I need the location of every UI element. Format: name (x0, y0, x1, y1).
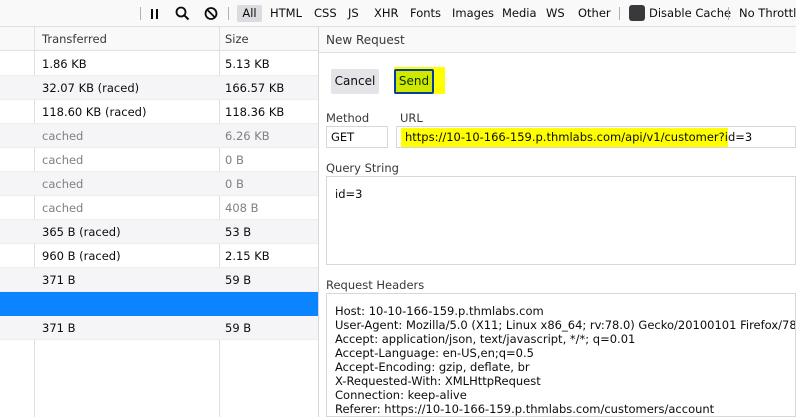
size-cell: 0 B (225, 153, 244, 167)
transferred-cell: 118.60 KB (raced) (42, 105, 147, 119)
filter-ws[interactable]: WS (546, 0, 565, 27)
table-row[interactable]: cached 408 B (0, 196, 318, 220)
table-row[interactable]: 371 B 59 B (0, 268, 318, 292)
table-row[interactable]: cached 6.26 KB (0, 124, 318, 148)
transferred-cell: cached (42, 129, 84, 143)
transferred-cell: 365 B (raced) (42, 225, 121, 239)
query-value: id=3 (335, 187, 363, 201)
filter-css[interactable]: CSS (314, 0, 337, 27)
header-line: Accept: application/json, text/javascrip… (335, 332, 636, 346)
cancel-button[interactable]: Cancel (331, 69, 379, 94)
column-size[interactable]: Size (225, 27, 249, 51)
table-row[interactable]: 1.86 KB 5.13 KB (0, 52, 318, 76)
request-table: Transferred Size 1.86 KB 5.13 KB 32.07 K… (0, 27, 318, 417)
filter-fonts[interactable]: Fonts (410, 0, 441, 27)
search-icon[interactable] (175, 0, 190, 27)
header-line: Connection: keep-alive (335, 388, 467, 402)
table-row[interactable]: cached 0 B (0, 148, 318, 172)
network-toolbar: All HTML CSS JS XHR Fonts Images Media W… (0, 0, 796, 27)
table-row[interactable]: 118.60 KB (raced) 118.36 KB (0, 100, 318, 124)
method-input[interactable]: GET (326, 126, 388, 148)
size-cell: 59 B (225, 273, 252, 287)
toolbar-separator (619, 7, 620, 20)
size-cell: 59 B (225, 321, 252, 335)
header-line: Host: 10-10-166-159.p.thmlabs.com (335, 304, 544, 318)
toolbar-separator (228, 7, 229, 20)
transferred-cell: cached (42, 177, 84, 191)
size-cell: 166.57 KB (225, 81, 285, 95)
table-header: Transferred Size (0, 27, 318, 51)
transferred-cell: 1.86 KB (42, 57, 87, 71)
query-string-label: Query String (326, 161, 399, 175)
filter-images[interactable]: Images (452, 0, 494, 27)
transferred-cell: 32.07 KB (raced) (42, 81, 140, 95)
disable-cache-label[interactable]: Disable Cache (649, 0, 731, 27)
table-row-selected[interactable] (0, 292, 318, 316)
panel-title: New Request (319, 27, 796, 53)
toolbar-separator (140, 7, 141, 20)
filter-xhr[interactable]: XHR (374, 0, 399, 27)
size-cell: 2.15 KB (225, 249, 270, 263)
transferred-cell: 371 B (42, 273, 76, 287)
header-line: Referer: https://10-10-166-159.p.thmlabs… (335, 402, 715, 416)
size-cell: 6.26 KB (225, 129, 270, 143)
table-row[interactable]: 371 B 59 B (0, 316, 318, 340)
transferred-cell: 960 B (raced) (42, 249, 121, 263)
url-label: URL (400, 111, 423, 125)
table-row[interactable]: 32.07 KB (raced) 166.57 KB (0, 76, 318, 100)
table-row[interactable]: 365 B (raced) 53 B (0, 220, 318, 244)
filter-other[interactable]: Other (578, 0, 611, 27)
header-line: X-Requested-With: XMLHttpRequest (335, 374, 541, 388)
clear-icon[interactable] (204, 0, 219, 27)
send-button[interactable]: Send (394, 69, 434, 94)
size-cell: 0 B (225, 177, 244, 191)
size-cell: 53 B (225, 225, 252, 239)
filter-media[interactable]: Media (502, 0, 537, 27)
transferred-cell: 371 B (42, 321, 76, 335)
pause-icon[interactable] (150, 0, 160, 27)
send-label: Send (396, 71, 432, 92)
url-value: https://10-10-166-159.p.thmlabs.com/api/… (405, 130, 753, 144)
column-transferred[interactable]: Transferred (42, 27, 107, 51)
filter-all[interactable]: All (237, 5, 262, 22)
new-request-panel: New Request Cancel Send Method URL GET h… (319, 27, 796, 417)
disable-cache-checkbox[interactable] (629, 5, 645, 21)
toolbar-separator (728, 7, 729, 20)
throttling-select[interactable]: No Throttlin (739, 0, 796, 27)
table-row[interactable]: 960 B (raced) 2.15 KB (0, 244, 318, 268)
header-line: Accept-Encoding: gzip, deflate, br (335, 360, 530, 374)
query-string-textarea[interactable]: id=3 (326, 176, 796, 265)
method-label: Method (326, 111, 370, 125)
header-line: User-Agent: Mozilla/5.0 (X11; Linux x86_… (335, 318, 796, 332)
table-row[interactable]: cached 0 B (0, 172, 318, 196)
header-line: Accept-Language: en-US,en;q=0.5 (335, 346, 534, 360)
request-headers-label: Request Headers (326, 278, 425, 292)
transferred-cell: cached (42, 201, 84, 215)
request-headers-textarea[interactable]: Host: 10-10-166-159.p.thmlabs.com User-A… (326, 293, 796, 417)
filter-js[interactable]: JS (348, 0, 359, 27)
size-cell: 408 B (225, 201, 259, 215)
transferred-cell: cached (42, 153, 84, 167)
size-cell: 118.36 KB (225, 105, 285, 119)
size-cell: 5.13 KB (225, 57, 270, 71)
filter-html[interactable]: HTML (270, 0, 302, 27)
